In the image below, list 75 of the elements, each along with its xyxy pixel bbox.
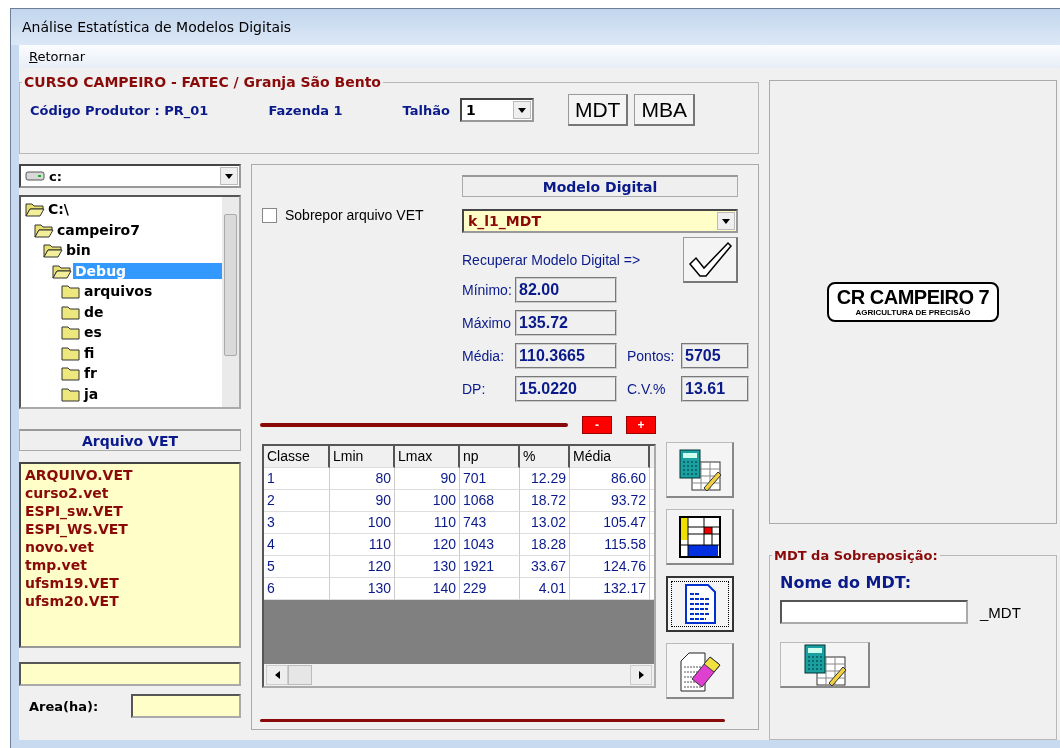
table-cell: 4.01 (520, 578, 570, 600)
overlay-checkbox[interactable] (262, 207, 277, 223)
checkbox-label: Sobrepor arquivo VET (285, 207, 424, 223)
group-title: MDT da Sobreposição: (773, 548, 939, 564)
stat-value: 13.61 (681, 376, 749, 402)
model-dropdown[interactable]: k_l1_MDT (462, 209, 738, 233)
stat-label: Mínimo: (462, 282, 513, 298)
checkmark-icon (686, 239, 734, 280)
plot-label: Talhão (402, 102, 450, 118)
step-button[interactable]: - (582, 416, 612, 434)
folder-item[interactable]: fr (82, 365, 99, 382)
stat-label: Máximo (462, 315, 512, 331)
vet-file-item[interactable]: novo.vet (25, 538, 235, 556)
table-cell: 6 (264, 578, 330, 600)
vet-file-item[interactable]: ufsm19.VET (25, 574, 235, 592)
folder-item[interactable]: campeiro7 (55, 221, 142, 238)
producer-code: Código Produtor : PR_01 (30, 102, 209, 118)
calc-button[interactable] (666, 442, 734, 498)
stat-value: 5705 (681, 343, 749, 369)
stat-label: C.V.% (626, 381, 667, 397)
table-cell: 229 (460, 578, 520, 600)
stat-label: DP: (462, 381, 487, 397)
scrollbar[interactable] (264, 664, 654, 686)
vet-file-item[interactable]: ESPI_sw.VET (25, 502, 235, 520)
folder-item[interactable]: fi (82, 344, 97, 361)
grid-chart-icon (677, 514, 722, 559)
vet-file-heading: Arquivo VET (19, 429, 241, 451)
calculator-sheet-icon (677, 447, 722, 492)
folder-item[interactable]: es (82, 324, 104, 341)
vet-file-item[interactable]: tmp.vet (25, 556, 235, 574)
vet-file-item[interactable]: ufsm20.VET (25, 592, 235, 610)
folder-item[interactable]: C:\ (46, 201, 71, 218)
model-heading: Modelo Digital (462, 175, 738, 197)
stat-value: 110.3665 (515, 343, 617, 369)
group-title: CURSO CAMPEIRO - FATEC / Granja São Bento (23, 74, 382, 90)
recover-label: Recuperar Modelo Digital => (462, 252, 641, 268)
step-button[interactable]: + (626, 416, 656, 434)
vet-file-item[interactable]: ARQUIVO.VET (25, 466, 235, 484)
table-cell: 132.17 (570, 578, 650, 600)
window-title: Análise Estatística de Modelos Digitais (22, 19, 292, 35)
stat-label: Pontos: (626, 348, 676, 364)
stat-value: 135.72 (515, 310, 617, 336)
plot-dropdown[interactable]: 1 (459, 98, 534, 122)
name-label: Nome do MDT: (780, 573, 913, 593)
folder-item[interactable]: de (82, 303, 106, 320)
erase-button[interactable] (666, 643, 734, 699)
logo-subtitle: AGRICULTURA DE PRECISÃO (855, 308, 971, 318)
area-field[interactable] (131, 694, 241, 718)
farm-label: Fazenda 1 (268, 102, 343, 118)
confirm-button[interactable] (683, 237, 738, 283)
grid-button[interactable] (666, 509, 734, 565)
table-cell: 140 (395, 578, 460, 600)
table-cell: 130 (330, 578, 395, 600)
mdt-name-field[interactable] (780, 600, 968, 625)
suffix-label: _MDT (980, 603, 1021, 621)
calculator-sheet-icon (802, 642, 847, 687)
vet-file-item[interactable]: curso2.vet (25, 484, 235, 502)
stat-value: 15.0220 (515, 376, 617, 402)
mode-button[interactable]: MBA (634, 94, 695, 126)
mode-button[interactable]: MDT (567, 94, 629, 126)
report-button[interactable] (666, 576, 734, 632)
drive-icon (25, 170, 45, 182)
logo-title: CR CAMPEIRO 7 (836, 286, 990, 309)
stat-value: 82.00 (515, 277, 617, 303)
stat-label: Média: (462, 348, 506, 364)
folder-item[interactable]: arquivos (82, 283, 155, 300)
calc-button[interactable] (780, 642, 870, 689)
menu-item[interactable]: Retornar (29, 49, 86, 64)
drive-dropdown[interactable]: c: (19, 164, 241, 188)
folder-item[interactable]: ja (82, 385, 101, 402)
scrollbar[interactable] (222, 197, 239, 407)
folder-item[interactable]: bin (64, 242, 93, 259)
area-label: Area(ha): (29, 698, 99, 714)
file-name-field[interactable] (19, 662, 241, 686)
vet-file-item[interactable]: ESPI_WS.VET (25, 520, 235, 538)
